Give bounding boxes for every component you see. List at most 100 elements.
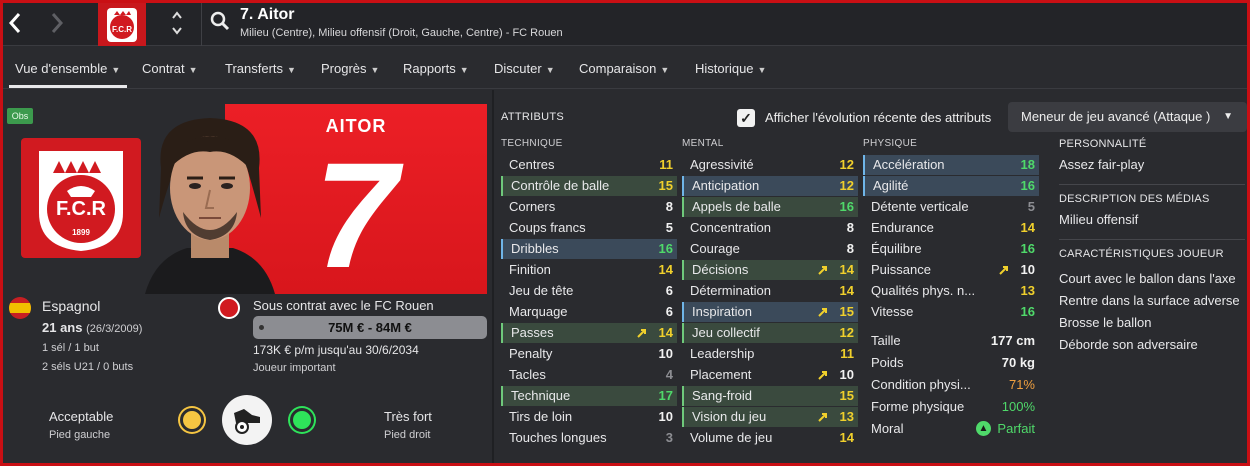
attribute-name: Jeu collectif: [692, 325, 760, 340]
forward-arrow-icon[interactable]: [49, 11, 65, 40]
attribute-name: Contrôle de balle: [511, 178, 610, 193]
attribute-name: Corners: [509, 199, 556, 214]
attribute-value: 13: [839, 409, 854, 424]
attribute-row[interactable]: Corners 8: [501, 197, 677, 217]
club-crest-icon[interactable]: F.C.R: [98, 3, 146, 46]
back-arrow-icon[interactable]: [7, 11, 23, 40]
personality-value: Assez fair-play: [1059, 157, 1145, 172]
attribute-row[interactable]: Décisions 14: [682, 260, 858, 280]
attribute-row[interactable]: Tirs de loin 10: [501, 407, 677, 427]
media-header: DESCRIPTION DES MÉDIAS: [1059, 193, 1210, 205]
attribute-row[interactable]: Vision du jeu 13: [682, 407, 858, 427]
attribute-row[interactable]: Détermination 14: [682, 281, 858, 301]
tab-overview[interactable]: Vue d'ensemble ▼: [15, 61, 120, 76]
evolution-checkbox-label[interactable]: Afficher l'évolution récente des attribu…: [765, 110, 991, 125]
attribute-row[interactable]: Dribbles 16: [501, 239, 677, 259]
attribute-row[interactable]: Passes 14: [501, 323, 677, 343]
attribute-row[interactable]: Équilibre 16: [863, 239, 1039, 259]
attribute-row[interactable]: Endurance 14: [863, 218, 1039, 238]
attribute-row[interactable]: Jeu de tête 6: [501, 281, 677, 301]
attribute-row[interactable]: Finition 14: [501, 260, 677, 280]
attribute-name: Sang-froid: [692, 388, 752, 403]
spain-flag-icon: [9, 297, 31, 319]
attribute-name: Vision du jeu: [692, 409, 767, 424]
attribute-value: 5: [665, 220, 673, 235]
panel-divider: [492, 90, 494, 463]
attribute-name: Anticipation: [692, 178, 760, 193]
chevron-down-icon: ▼: [370, 65, 380, 75]
active-tab-indicator: [9, 85, 127, 88]
club-badge-text: F.C.R: [56, 198, 107, 220]
attribute-row[interactable]: Appels de balle 16: [682, 197, 858, 217]
attribute-value: 16: [658, 241, 673, 256]
attribute-row[interactable]: Leadership 11: [682, 344, 858, 364]
attribute-row[interactable]: Penalty 10: [501, 344, 677, 364]
role-dropdown[interactable]: Meneur de jeu avancé (Attaque ) ▼: [1008, 102, 1247, 132]
attribute-name: Courage: [690, 241, 740, 256]
attribute-value: 16: [1020, 241, 1035, 256]
trait-item: Court avec le ballon dans l'axe: [1059, 271, 1236, 286]
trend-up-arrow-icon: [818, 413, 827, 422]
attribute-row[interactable]: Agressivité 12: [682, 155, 858, 175]
attribute-value: 3: [665, 430, 673, 445]
attribute-row[interactable]: Accélération 18: [863, 155, 1039, 175]
media-value: Milieu offensif: [1059, 212, 1139, 227]
tab-discuss[interactable]: Discuter ▼: [494, 61, 555, 76]
search-icon[interactable]: [210, 11, 230, 38]
attribute-value: 14: [658, 325, 673, 340]
attribute-row[interactable]: Détente verticale 5: [863, 197, 1039, 217]
player-title: 7. Aitor: [240, 6, 295, 23]
attribute-name: Dribbles: [511, 241, 559, 256]
attribute-row[interactable]: Placement 10: [682, 365, 858, 385]
attribute-row[interactable]: Anticipation 12: [682, 176, 858, 196]
tab-contract[interactable]: Contrat ▼: [142, 61, 198, 76]
attribute-value: 8: [665, 199, 673, 214]
tab-transfers[interactable]: Transferts ▼: [225, 61, 296, 76]
player-profile-window: F.C.R 7. Aitor Milieu (Centre), Milieu o…: [3, 3, 1247, 463]
obs-badge[interactable]: Obs: [7, 108, 33, 124]
attribute-row[interactable]: Agilité 16: [863, 176, 1039, 196]
club-badge-year: 1899: [72, 228, 90, 237]
attribute-value: 6: [665, 304, 673, 319]
attribute-row[interactable]: Courage 8: [682, 239, 858, 259]
attribute-row[interactable]: Touches longues 3: [501, 428, 677, 448]
attribute-row[interactable]: Jeu collectif 12: [682, 323, 858, 343]
attribute-value: 14: [839, 283, 854, 298]
trait-item: Déborde son adversaire: [1059, 337, 1198, 352]
attribute-value: 10: [1020, 262, 1035, 277]
tab-history[interactable]: Historique ▼: [695, 61, 766, 76]
evolution-checkbox[interactable]: ✓: [737, 109, 755, 127]
attribute-value: 17: [658, 388, 673, 403]
attribute-row[interactable]: Tacles 4: [501, 365, 677, 385]
traits-header: CARACTÉRISTIQUES JOUEUR: [1059, 248, 1224, 260]
attribute-value: 10: [839, 367, 854, 382]
attribute-row[interactable]: Qualités phys. n... 13: [863, 281, 1039, 301]
attribute-row[interactable]: Sang-froid 15: [682, 386, 858, 406]
tab-label: Progrès: [321, 61, 367, 76]
height-label: Taille: [871, 333, 901, 348]
attribute-row[interactable]: Inspiration 15: [682, 302, 858, 322]
attribute-row[interactable]: Marquage 6: [501, 302, 677, 322]
attribute-row[interactable]: Puissance 10: [863, 260, 1039, 280]
attribute-row[interactable]: Coups francs 5: [501, 218, 677, 238]
attribute-row[interactable]: Technique 17: [501, 386, 677, 406]
value-indicator-icon: [259, 325, 264, 330]
attribute-name: Touches longues: [509, 430, 607, 445]
attribute-row[interactable]: Vitesse 16: [863, 302, 1039, 322]
attribute-name: Concentration: [690, 220, 771, 235]
attribute-row[interactable]: Volume de jeu 14: [682, 428, 858, 448]
overview-panel: Obs AITOR 7 F.C.R 1899 Espagnol 21 ans (…: [3, 90, 490, 463]
wage-text: 173K € p/m jusqu'au 30/6/2034: [253, 343, 419, 357]
attribute-row[interactable]: Centres 11: [501, 155, 677, 175]
age-line: 21 ans (26/3/2009): [42, 320, 142, 335]
chevron-down-icon: ▼: [757, 65, 767, 75]
attribute-name: Coups francs: [509, 220, 586, 235]
transfer-value-bar[interactable]: 75M € - 84M €: [253, 316, 487, 339]
player-switch-arrows-icon[interactable]: [171, 9, 183, 41]
tab-comparison[interactable]: Comparaison ▼: [579, 61, 669, 76]
attribute-row[interactable]: Concentration 8: [682, 218, 858, 238]
tab-reports[interactable]: Rapports ▼: [403, 61, 469, 76]
tab-progress[interactable]: Progrès ▼: [321, 61, 379, 76]
attribute-row[interactable]: Contrôle de balle 15: [501, 176, 677, 196]
attribute-name: Tacles: [509, 367, 546, 382]
